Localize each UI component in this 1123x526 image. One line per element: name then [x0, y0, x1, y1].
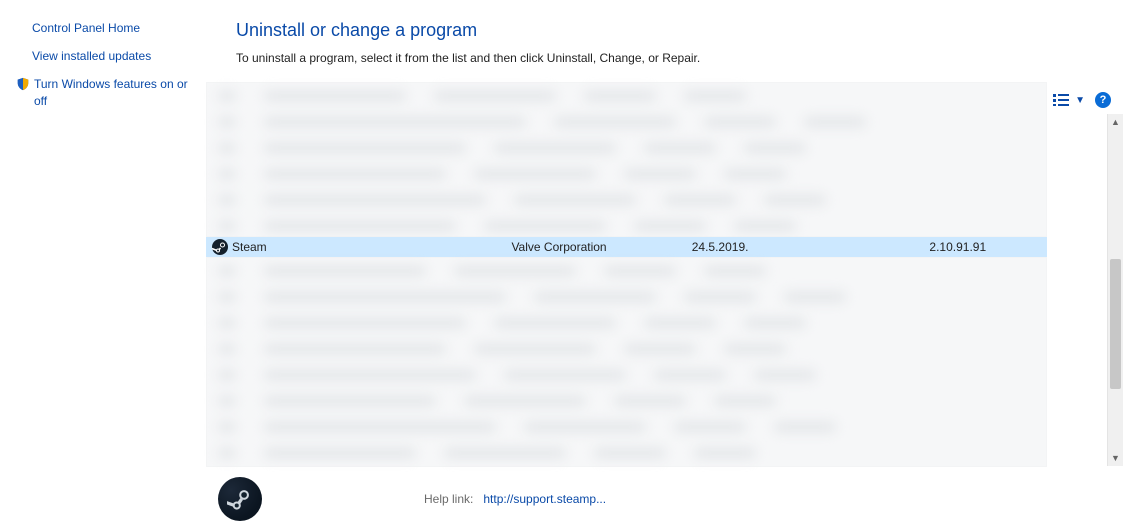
scroll-up-icon[interactable]: ▲	[1108, 114, 1123, 130]
program-name: Steam	[232, 240, 267, 254]
sidebar: Control Panel Home View installed update…	[0, 0, 200, 526]
program-name-cell: Steam	[206, 239, 505, 255]
sidebar-control-panel-home[interactable]: Control Panel Home	[14, 14, 194, 42]
steam-icon	[212, 239, 228, 255]
view-mode-button[interactable]: ▼	[1053, 94, 1085, 106]
sidebar-windows-features-label: Turn Windows features on or off	[34, 76, 192, 108]
steam-large-icon	[218, 477, 262, 521]
list-icon	[1053, 94, 1069, 106]
program-version: 2.10.91.91	[923, 240, 1047, 254]
help-link-value[interactable]: http://support.steamp...	[483, 492, 606, 506]
blurred-list-lower	[206, 257, 1047, 467]
program-installed-on: 24.5.2019.	[686, 240, 838, 254]
sidebar-home-label: Control Panel Home	[32, 20, 140, 36]
page-heading: Uninstall or change a program	[200, 16, 1123, 47]
sidebar-view-updates[interactable]: View installed updates	[14, 42, 194, 70]
sidebar-windows-features[interactable]: Turn Windows features on or off	[14, 70, 194, 114]
shield-icon	[16, 77, 32, 93]
list-controls: ▼ ?	[1053, 92, 1111, 108]
scrollbar[interactable]: ▲ ▼	[1107, 114, 1123, 466]
scroll-down-icon[interactable]: ▼	[1108, 450, 1123, 466]
help-icon[interactable]: ?	[1095, 92, 1111, 108]
program-publisher: Valve Corporation	[505, 240, 685, 254]
chevron-down-icon: ▼	[1075, 95, 1085, 106]
program-row-steam[interactable]: Steam Valve Corporation 24.5.2019. 2.10.…	[206, 237, 1047, 257]
details-pane: Help link: http://support.steamp...	[200, 472, 1123, 526]
main-area: Uninstall or change a program To uninsta…	[200, 0, 1123, 526]
help-link-label: Help link:	[424, 492, 473, 506]
blurred-list-upper	[206, 82, 1047, 237]
program-list-area: ▼ ?	[200, 82, 1123, 466]
scroll-thumb[interactable]	[1110, 259, 1121, 389]
sidebar-updates-label: View installed updates	[32, 48, 151, 64]
page-subheading: To uninstall a program, select it from t…	[200, 47, 1123, 65]
